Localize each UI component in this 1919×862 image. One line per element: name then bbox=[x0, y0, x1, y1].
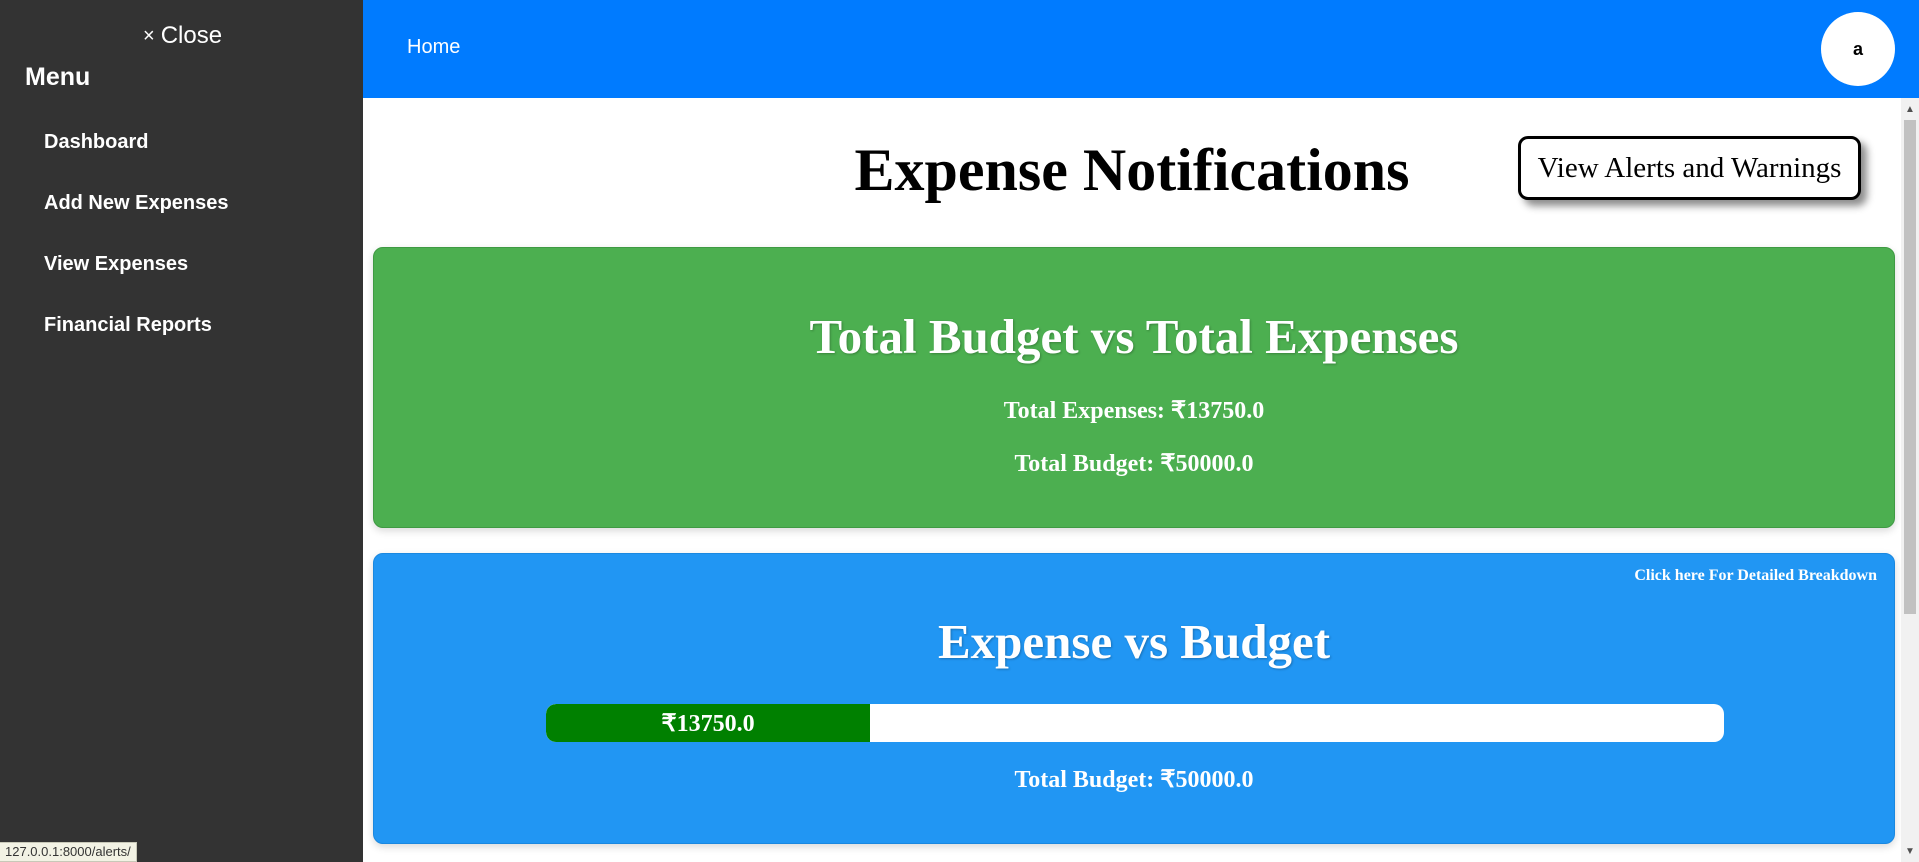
view-alerts-button[interactable]: View Alerts and Warnings bbox=[1518, 136, 1861, 200]
sidebar-menu: Dashboard Add New Expenses View Expenses… bbox=[44, 128, 229, 372]
detailed-breakdown-link[interactable]: Click here For Detailed Breakdown bbox=[1634, 567, 1877, 585]
total-budget-text: Total Budget: ₹50000.0 bbox=[1014, 451, 1254, 477]
home-link[interactable]: Home bbox=[407, 36, 460, 59]
scrollbar-thumb[interactable] bbox=[1904, 120, 1916, 614]
sidebar: × Close Menu Dashboard Add New Expenses … bbox=[0, 0, 363, 862]
user-avatar[interactable]: a bbox=[1821, 12, 1895, 86]
close-sidebar-button[interactable]: × Close bbox=[143, 22, 222, 50]
progress-card-heading: Expense vs Budget bbox=[937, 614, 1331, 669]
total-budget-text: Total Budget: ₹50000.0 bbox=[1014, 767, 1254, 793]
expense-vs-budget-card: Click here For Detailed Breakdown Expens… bbox=[373, 553, 1895, 844]
total-expenses-text: Total Expenses: ₹13750.0 bbox=[1003, 398, 1265, 424]
sidebar-item-financial-reports[interactable]: Financial Reports bbox=[44, 311, 229, 372]
summary-card-heading: Total Budget vs Total Expenses bbox=[809, 309, 1459, 364]
sidebar-item-dashboard[interactable]: Dashboard bbox=[44, 128, 229, 189]
expense-progress-bar: ₹13750.0 bbox=[546, 704, 1724, 742]
close-label: Close bbox=[160, 22, 223, 49]
menu-title: Menu bbox=[25, 63, 91, 91]
budget-summary-card: Total Budget vs Total Expenses Total Exp… bbox=[373, 247, 1895, 528]
status-bar-url: 127.0.0.1:8000/alerts/ bbox=[0, 842, 137, 862]
vertical-scrollbar[interactable]: ▲ ▼ bbox=[1901, 98, 1919, 862]
sidebar-item-view-expenses[interactable]: View Expenses bbox=[44, 250, 229, 311]
scroll-down-icon[interactable]: ▼ bbox=[1901, 842, 1919, 860]
scroll-up-icon[interactable]: ▲ bbox=[1901, 100, 1919, 118]
sidebar-item-add-new-expenses[interactable]: Add New Expenses bbox=[44, 189, 229, 250]
close-icon: × bbox=[143, 25, 155, 47]
expense-progress-fill: ₹13750.0 bbox=[546, 704, 870, 742]
top-navbar: Home a bbox=[363, 0, 1919, 98]
